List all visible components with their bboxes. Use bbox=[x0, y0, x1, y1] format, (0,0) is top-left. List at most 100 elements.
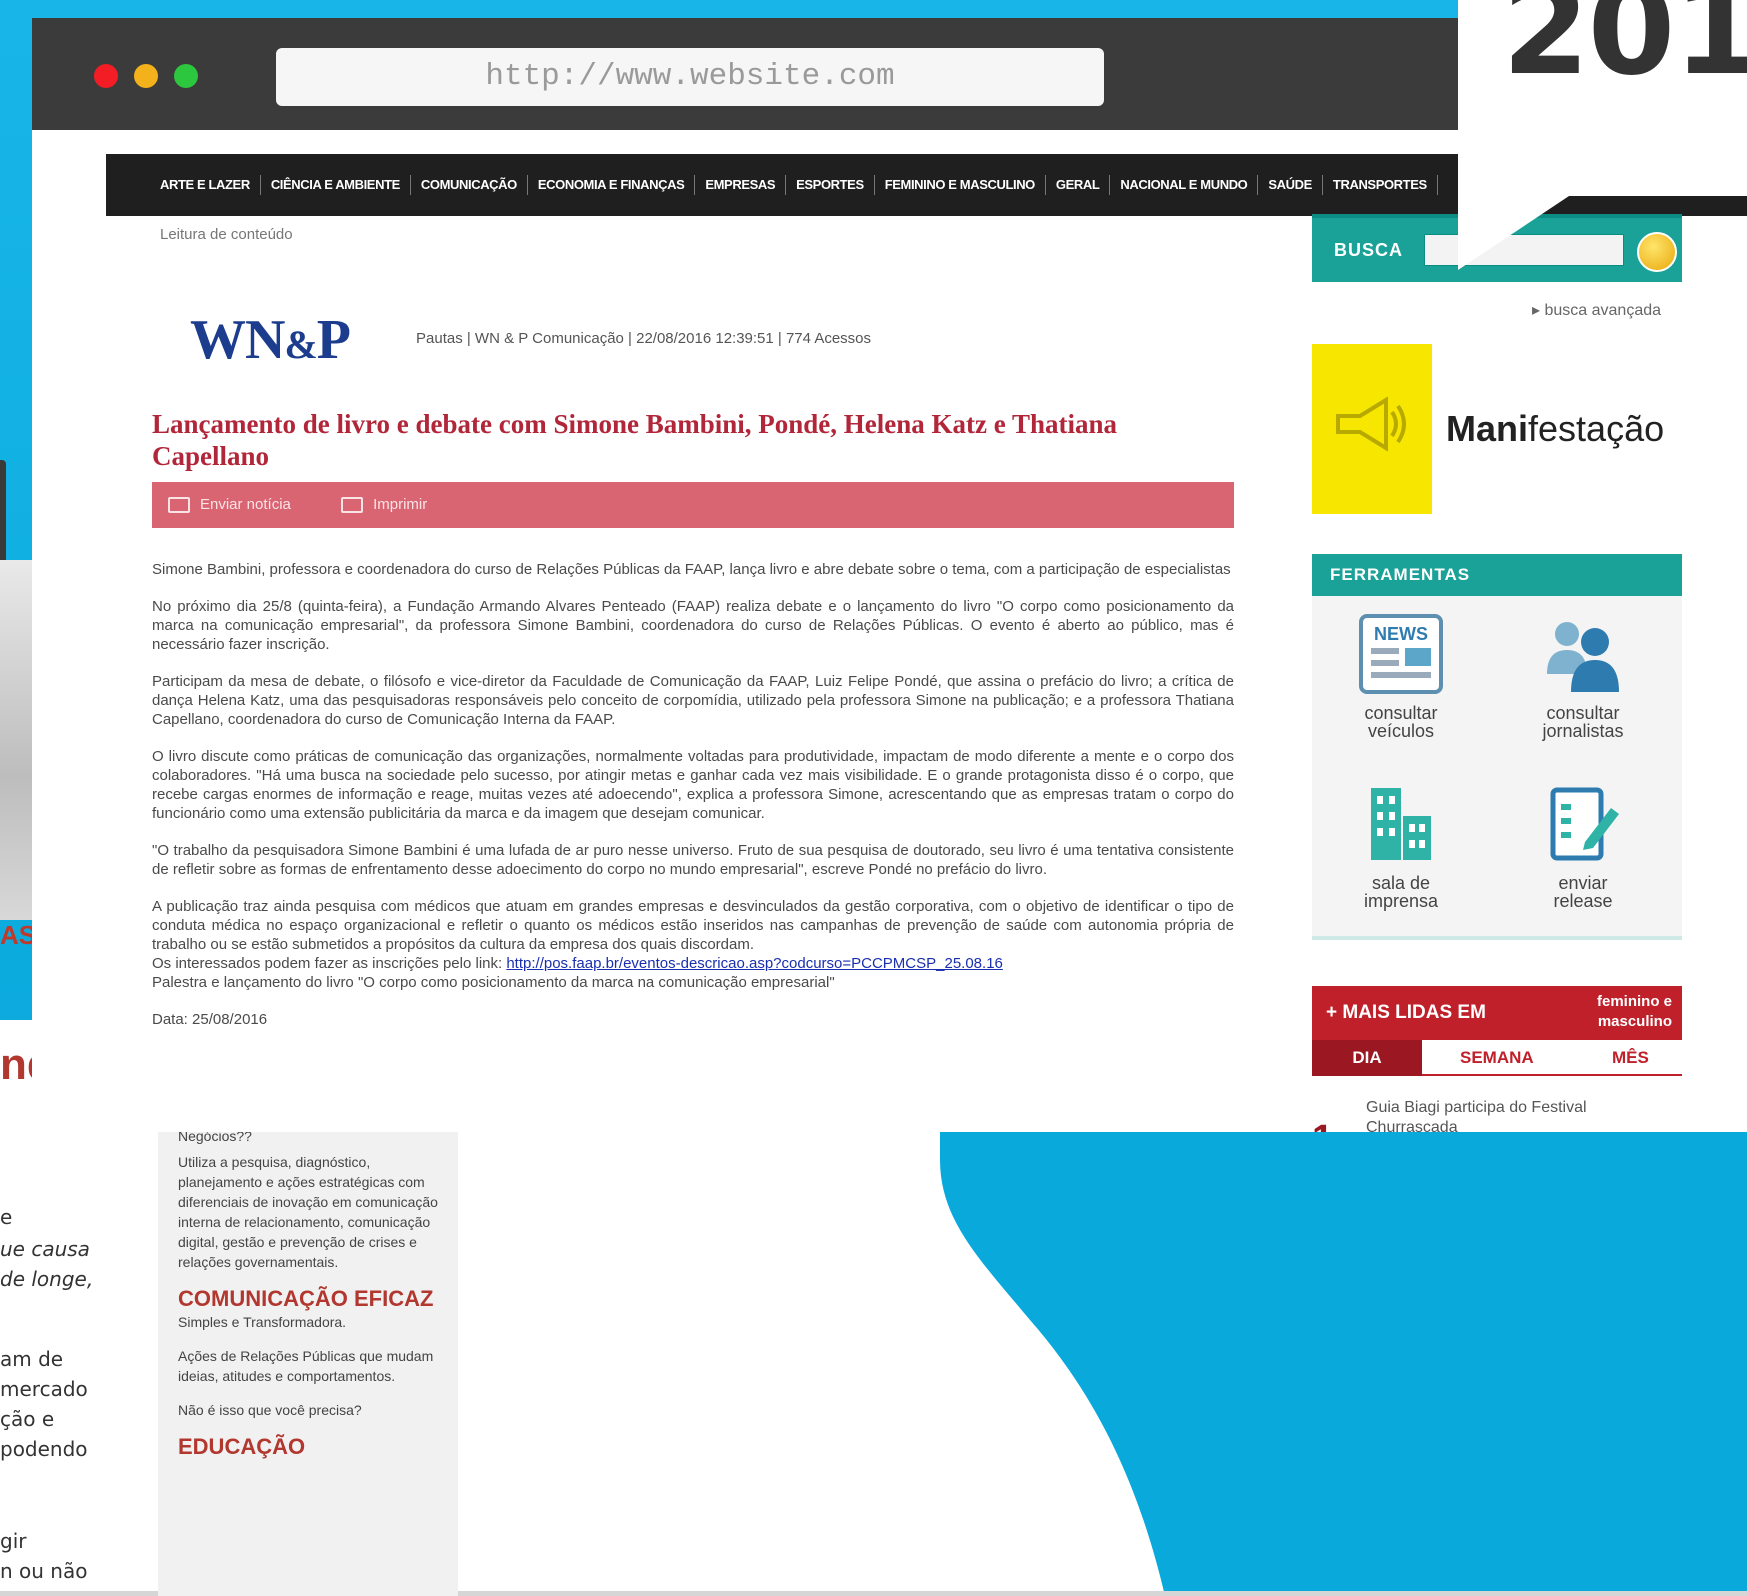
tool-press-room[interactable]: sala de imprensa bbox=[1326, 782, 1476, 910]
banner-title-rest: festação bbox=[1528, 408, 1665, 449]
article-paragraph: Simone Bambini, professora e coordenador… bbox=[152, 561, 1231, 578]
background-text-line: ção e bbox=[0, 1407, 55, 1431]
background-col-heading: COMUNICAÇÃO EFICAZ bbox=[178, 1286, 434, 1311]
background-text-line: n ou não bbox=[0, 1559, 88, 1583]
event-date: Data: 25/08/2016 bbox=[152, 1011, 268, 1028]
manifestacao-banner[interactable]: Manifestação bbox=[1312, 344, 1682, 514]
nav-item-feminino-e-masculino[interactable]: FEMININO E MASCULINO bbox=[875, 175, 1046, 195]
most-read-rank: 1. bbox=[1312, 1118, 1344, 1132]
most-read-header: + MAIS LIDAS EM feminino e masculino bbox=[1312, 986, 1682, 1040]
tools-title: FERRAMENTAS bbox=[1312, 554, 1682, 596]
nav-item-arte-e-lazer[interactable]: ARTE E LAZER bbox=[150, 175, 261, 195]
registration-line: Os interessados podem fazer as inscriçõe… bbox=[152, 954, 1234, 973]
article-paragraph: A publicação traz ainda pesquisa com méd… bbox=[152, 898, 1234, 953]
tool-label-line1: consultar bbox=[1364, 703, 1438, 723]
web-page: ARTE E LAZER CIÊNCIA E AMBIENTE COMUNICAÇÃ… bbox=[32, 130, 1747, 1132]
article-action-bar: Enviar notícia Imprimir bbox=[152, 482, 1234, 528]
nav-item-economia-e-financas[interactable]: ECONOMIA E FINANÇAS bbox=[528, 175, 696, 195]
registration-link[interactable]: http://pos.faap.br/eventos-descricao.asp… bbox=[506, 955, 1003, 972]
background-sidebar-column: Negócios?? Utiliza a pesquisa, diagnósti… bbox=[158, 1120, 458, 1596]
megaphone-icon bbox=[1336, 396, 1406, 452]
background-text-line: am de bbox=[0, 1347, 64, 1371]
article-paragraph: Participam da mesa de debate, o filósofo… bbox=[152, 673, 1234, 728]
article-headline: Lançamento de livro e debate com Simone … bbox=[152, 409, 1117, 471]
background-fragment bbox=[0, 460, 6, 570]
banner-title-bold: Mani bbox=[1446, 408, 1529, 449]
background-text-line: podendo bbox=[0, 1437, 88, 1461]
most-read-title: + MAIS LIDAS EM bbox=[1326, 1002, 1486, 1023]
background-text-line: e bbox=[0, 1205, 13, 1229]
background-col-subtitle: Simples e Transformadora. bbox=[178, 1314, 347, 1330]
tool-consult-journalists[interactable]: consultar jornalistas bbox=[1508, 612, 1658, 740]
article-paragraph: No próximo dia 25/8 (quinta-feira), a Fu… bbox=[152, 598, 1234, 653]
advanced-search-label: busca avançada bbox=[1544, 302, 1662, 319]
article-paragraph: O livro discute como práticas de comunic… bbox=[152, 748, 1234, 822]
most-read-title-link: Guia Biagi participa do Festival Churras… bbox=[1366, 1099, 1587, 1132]
category-line2: masculino bbox=[1597, 1013, 1672, 1030]
background-col-heading-2: EDUCAÇÃO bbox=[178, 1434, 306, 1459]
most-read-panel: + MAIS LIDAS EM feminino e masculino DIA … bbox=[1312, 986, 1682, 1132]
logo-amp: & bbox=[284, 322, 317, 367]
nav-item-comunicacao[interactable]: COMUNICAÇÃO bbox=[411, 175, 528, 195]
background-col-text-2: Ações de Relações Públicas que mudam ide… bbox=[178, 1348, 434, 1384]
nav-item-empresas[interactable]: EMPRESAS bbox=[695, 175, 787, 195]
tool-label-line2: veículos bbox=[1367, 721, 1435, 741]
background-photo-fragment bbox=[0, 560, 34, 920]
nav-item-ciencia-e-ambiente[interactable]: CIÊNCIA E AMBIENTE bbox=[261, 175, 411, 195]
registration-intro: Os interessados podem fazer as inscriçõe… bbox=[152, 955, 507, 972]
tool-label-line2: imprensa bbox=[1363, 891, 1439, 911]
edit-document-icon bbox=[1539, 782, 1627, 866]
send-news-label: Enviar notícia bbox=[200, 496, 291, 513]
tool-consult-vehicles[interactable]: NEWS consultar veículos bbox=[1326, 612, 1476, 740]
nav-item-nacional-e-mundo[interactable]: NACIONAL E MUNDO bbox=[1110, 175, 1259, 195]
article-paragraph: "O trabalho da pesquisadora Simone Bambi… bbox=[152, 842, 1234, 878]
minimize-window-button[interactable] bbox=[134, 64, 158, 88]
nav-item-transportes[interactable]: TRANSPORTES bbox=[1323, 175, 1438, 195]
background-col-question: Não é isso que você precisa? bbox=[178, 1402, 362, 1418]
logo-main: WN bbox=[190, 309, 285, 371]
banner-title: Manifestação bbox=[1446, 408, 1664, 450]
tools-panel: FERRAMENTAS NEWS consultar veículos cons… bbox=[1312, 554, 1682, 940]
lecture-line: Palestra e lançamento do livro "O corpo … bbox=[152, 974, 835, 991]
tab-semana[interactable]: SEMANA bbox=[1460, 1048, 1534, 1068]
advanced-search-link[interactable]: ▸ busca avançada bbox=[1532, 300, 1661, 320]
background-text-line: ue causa bbox=[0, 1237, 90, 1261]
address-bar[interactable]: http://www.website.com bbox=[276, 48, 1104, 106]
background-text-line: mercado bbox=[0, 1377, 88, 1401]
tab-mes[interactable]: MÊS bbox=[1612, 1048, 1649, 1068]
search-icon[interactable] bbox=[1637, 232, 1677, 272]
article-meta: Pautas | WN & P Comunicação | 22/08/2016… bbox=[416, 330, 872, 347]
nav-item-geral[interactable]: GERAL bbox=[1046, 175, 1111, 195]
banner-yellow-block bbox=[1312, 344, 1432, 514]
printer-icon bbox=[341, 497, 364, 514]
newspaper-icon: NEWS bbox=[1357, 612, 1445, 696]
journalists-icon bbox=[1539, 612, 1627, 696]
tool-label-line2: jornalistas bbox=[1542, 721, 1624, 741]
logo-end: P bbox=[316, 309, 351, 371]
tab-dia[interactable]: DIA bbox=[1312, 1040, 1422, 1076]
tool-label-line2: release bbox=[1553, 891, 1613, 911]
tool-label-line1: enviar bbox=[1558, 873, 1608, 893]
background-col-text: Utiliza a pesquisa, diagnóstico, planeja… bbox=[178, 1154, 438, 1270]
most-read-category[interactable]: feminino e masculino bbox=[1597, 992, 1672, 1032]
year-bubble-tail bbox=[1458, 190, 1578, 270]
tool-label-line1: sala de bbox=[1371, 873, 1431, 893]
search-label: BUSCA bbox=[1334, 240, 1404, 260]
most-read-tabs: DIA SEMANA MÊS bbox=[1312, 1040, 1682, 1076]
print-button[interactable]: Imprimir bbox=[341, 482, 427, 528]
tool-send-release[interactable]: enviar release bbox=[1508, 782, 1658, 910]
maximize-window-button[interactable] bbox=[174, 64, 198, 88]
send-news-button[interactable]: Enviar notícia bbox=[168, 482, 291, 528]
background-partial-word: AS bbox=[0, 920, 34, 950]
nav-item-saude[interactable]: SAÚDE bbox=[1258, 175, 1323, 195]
print-label: Imprimir bbox=[373, 496, 428, 513]
article-body: Simone Bambini, professora e coordenador… bbox=[152, 560, 1234, 1029]
building-icon bbox=[1357, 782, 1445, 866]
wnp-logo: WN&P bbox=[190, 308, 351, 372]
year-badge: 201 bbox=[1502, 0, 1747, 103]
news-badge: NEWS bbox=[1374, 624, 1428, 644]
nav-item-esportes[interactable]: ESPORTES bbox=[786, 175, 875, 195]
tool-label-line1: consultar bbox=[1546, 703, 1620, 723]
background-text-line: de longe, bbox=[0, 1267, 94, 1291]
close-window-button[interactable] bbox=[94, 64, 118, 88]
